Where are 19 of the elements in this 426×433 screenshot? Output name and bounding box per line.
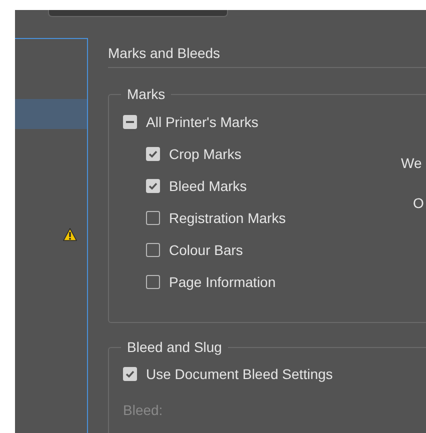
- checkbox-label[interactable]: All Printer's Marks: [146, 112, 258, 132]
- checkbox[interactable]: [123, 367, 137, 381]
- checkbox-label[interactable]: Crop Marks: [169, 144, 242, 164]
- checkbox-label[interactable]: Page Information: [169, 272, 276, 292]
- warning-icon: [63, 228, 77, 240]
- checkbox[interactable]: [146, 179, 160, 193]
- dropdown-field[interactable]: [48, 10, 228, 17]
- checkbox[interactable]: [146, 275, 160, 289]
- checkbox-label[interactable]: Colour Bars: [169, 240, 243, 260]
- checkbox-label[interactable]: Registration Marks: [169, 208, 286, 228]
- checkbox-label[interactable]: Bleed Marks: [169, 176, 247, 196]
- field-label: We: [401, 154, 422, 173]
- checkbox[interactable]: [146, 243, 160, 257]
- checkbox[interactable]: [146, 147, 160, 161]
- field-label: O: [413, 194, 424, 213]
- checkbox-label[interactable]: Use Document Bleed Settings: [146, 364, 333, 384]
- section-title: Marks and Bleeds: [108, 44, 220, 63]
- checkbox[interactable]: [123, 115, 137, 129]
- checkbox[interactable]: [146, 211, 160, 225]
